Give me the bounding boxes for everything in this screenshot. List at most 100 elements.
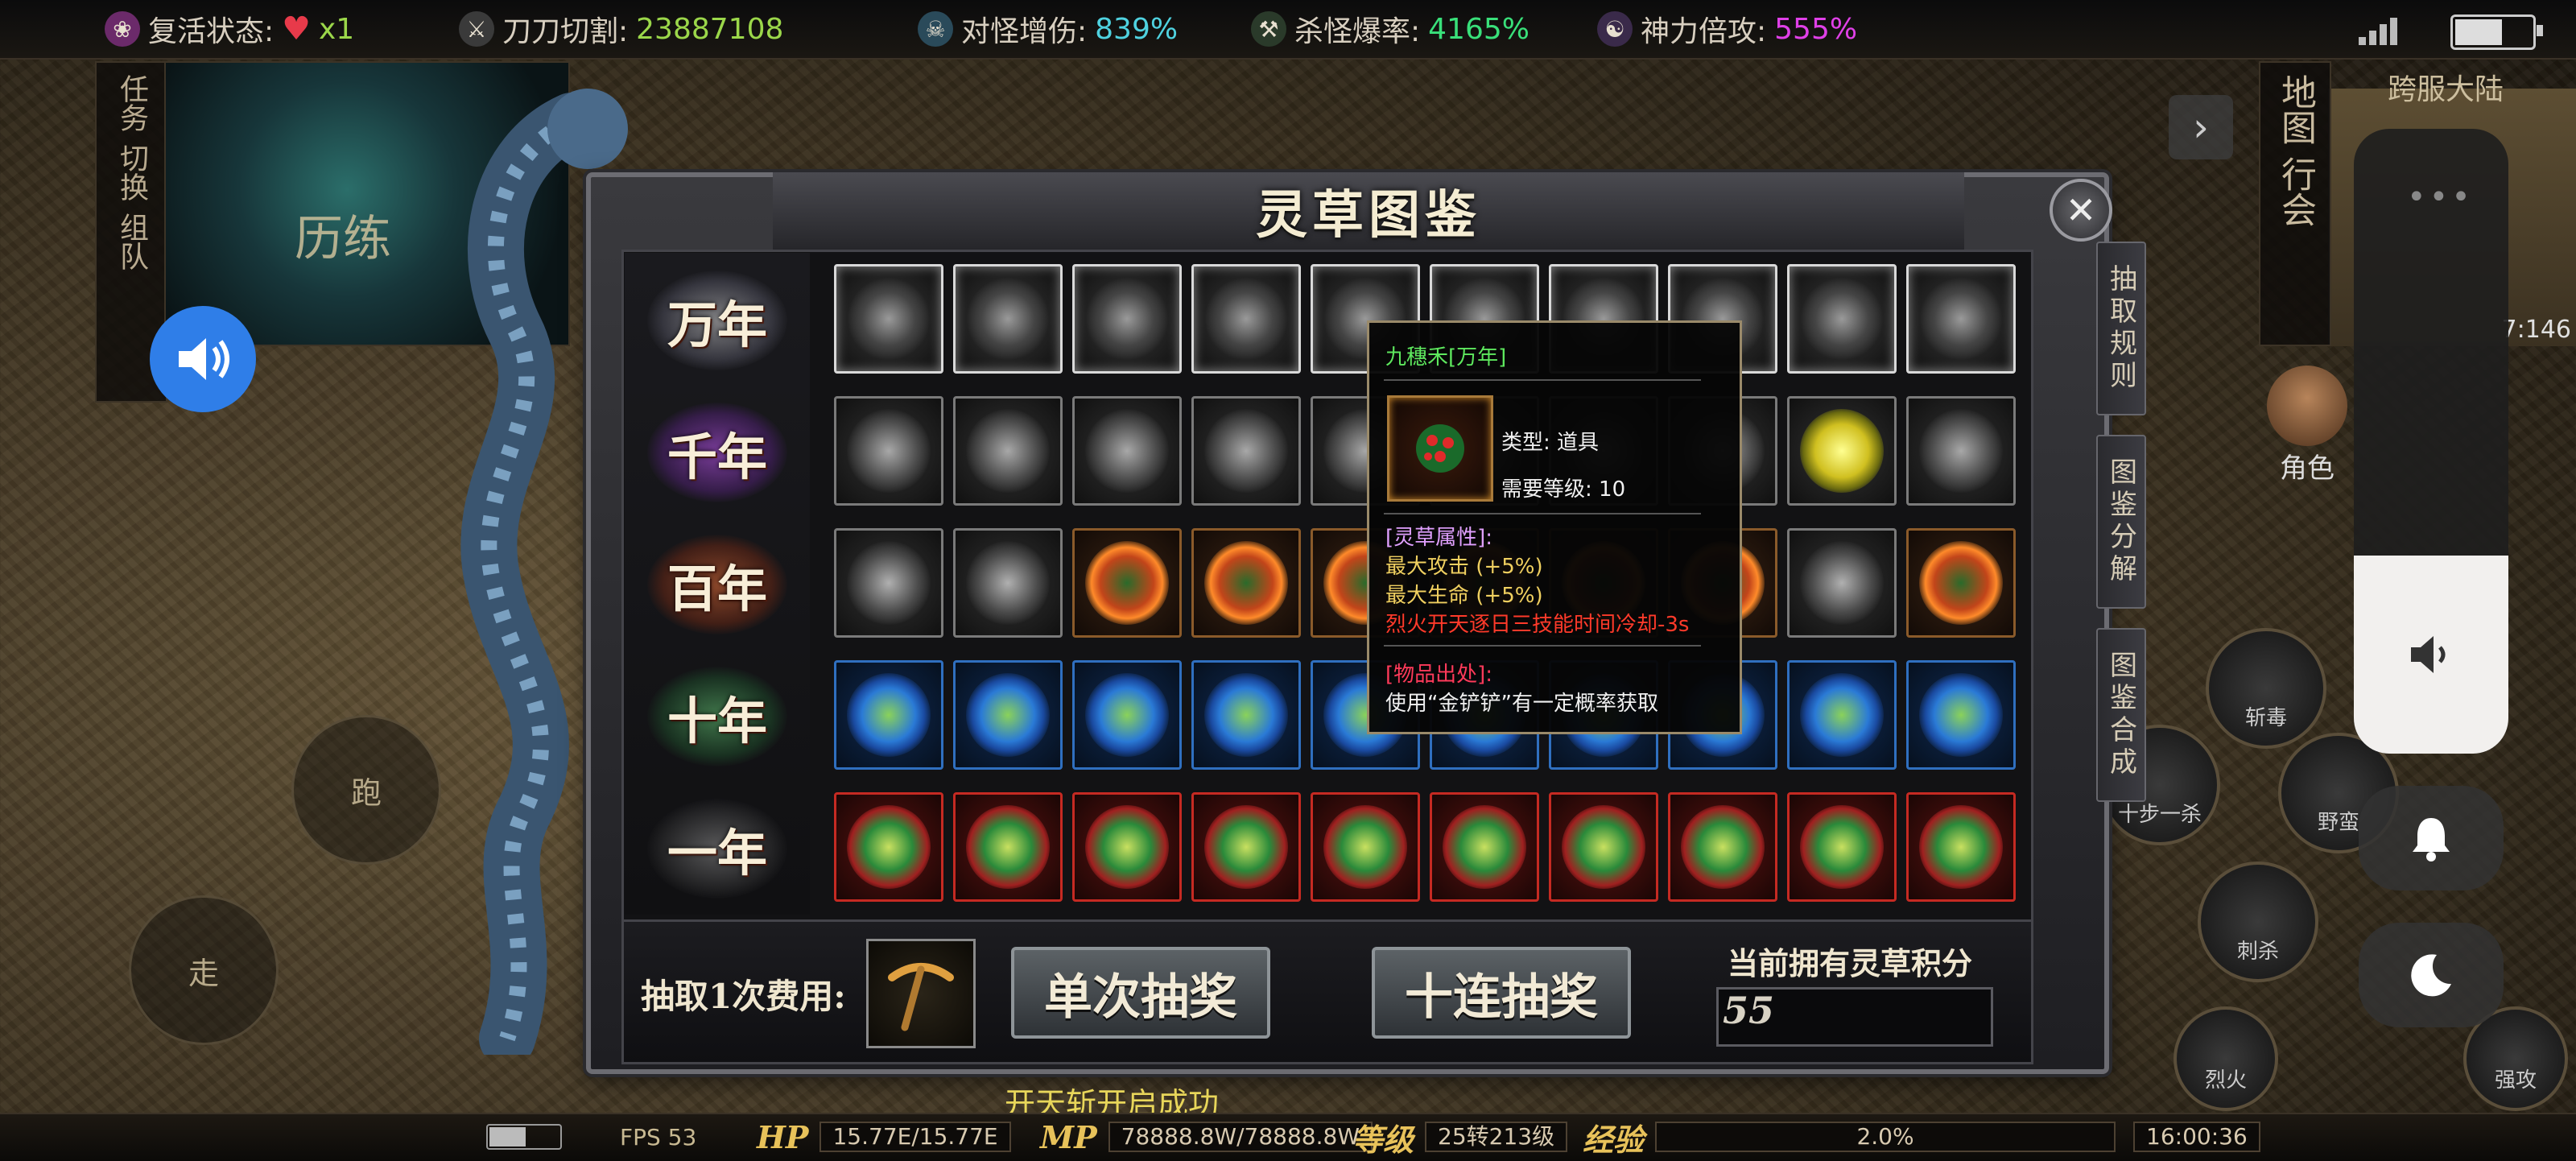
more-icon[interactable]: ••• xyxy=(2407,179,2474,216)
speaker-button[interactable] xyxy=(150,306,256,412)
tab-guild[interactable]: 行会 xyxy=(2269,156,2321,227)
tooltip-attr-life: 最大生命 (+5%) xyxy=(1385,584,1543,608)
herb-cell[interactable] xyxy=(1906,396,2016,506)
volume-icon xyxy=(2411,636,2446,673)
herb-cell[interactable] xyxy=(834,528,943,638)
ten-draw-button[interactable]: 十连抽奖 xyxy=(1372,947,1631,1039)
chevron-right-icon: › xyxy=(2193,104,2209,151)
herb-icon xyxy=(1800,409,1884,493)
tier-label: 百年 xyxy=(647,535,787,634)
herb-cell[interactable] xyxy=(1787,528,1897,638)
mp-value: 78888.8W/78888.8W xyxy=(1108,1122,1373,1152)
herb-cell[interactable] xyxy=(953,528,1063,638)
blade-icon: ⚒ xyxy=(1251,11,1286,47)
fps-display: FPS 53 xyxy=(620,1121,696,1153)
close-button[interactable]: ✕ xyxy=(2050,179,2112,242)
herb-icon xyxy=(966,673,1050,757)
herb-cell[interactable] xyxy=(953,264,1063,374)
item-tooltip: 九穗禾[万年] 类型: 道具 需要等级: 10 [灵草属性]: 最大攻击 (+5… xyxy=(1367,320,1742,734)
herb-icon xyxy=(1085,541,1169,625)
tooltip-attr-attack: 最大攻击 (+5%) xyxy=(1385,555,1543,579)
herb-cell[interactable] xyxy=(1072,528,1182,638)
sword-icon: ⚔ xyxy=(459,11,494,47)
herb-icon xyxy=(966,409,1050,493)
tab-draw-rules[interactable]: 抽取规则 xyxy=(2096,242,2146,415)
tab-catalog-decompose[interactable]: 图鉴分解 xyxy=(2096,435,2146,609)
drop-rate-value: 4165% xyxy=(1428,12,1530,46)
herb-cell[interactable] xyxy=(953,396,1063,506)
herb-cell[interactable] xyxy=(1549,792,1658,902)
tier-wannian: 万年 xyxy=(625,254,810,386)
server-name: 跨服大陆 xyxy=(2387,73,2504,106)
tab-map[interactable]: 地图 xyxy=(2269,74,2321,145)
herb-cell[interactable] xyxy=(1072,792,1182,902)
collapse-arrow-button[interactable]: › xyxy=(2169,95,2233,159)
herb-cell[interactable] xyxy=(1906,792,2016,902)
walk-button[interactable]: 走 xyxy=(129,895,279,1045)
character-button[interactable]: 角色 xyxy=(2259,366,2355,485)
mp-label: MP xyxy=(1040,1118,1097,1155)
herb-cell[interactable] xyxy=(834,264,943,374)
drop-rate-label: 杀怪爆率: xyxy=(1294,15,1421,48)
herb-cell[interactable] xyxy=(1072,396,1182,506)
herb-cell[interactable] xyxy=(1191,264,1301,374)
skill-liehuo[interactable]: 烈火 xyxy=(2174,1006,2278,1111)
monster-damage-value: 839% xyxy=(1095,12,1179,46)
herb-cell[interactable] xyxy=(1072,660,1182,770)
level-label: 等级 xyxy=(1352,1121,1414,1158)
tier-yinian: 一年 xyxy=(625,783,810,915)
herb-icon xyxy=(847,409,931,493)
herb-cell[interactable] xyxy=(834,396,943,506)
herb-cell[interactable] xyxy=(1906,528,2016,638)
herb-cell[interactable] xyxy=(1311,792,1420,902)
herb-icon xyxy=(1085,277,1169,361)
volume-slider[interactable] xyxy=(2354,556,2508,754)
moon-icon xyxy=(2411,954,2451,997)
herb-cell[interactable] xyxy=(1906,264,2016,374)
herb-cell[interactable] xyxy=(1191,396,1301,506)
herb-cell[interactable] xyxy=(1787,660,1897,770)
do-not-disturb-button[interactable] xyxy=(2359,923,2504,1027)
herb-cell[interactable] xyxy=(1191,792,1301,902)
cost-label: 抽取1次费用: xyxy=(641,977,846,1016)
herb-cell[interactable] xyxy=(834,792,943,902)
herb-cell[interactable] xyxy=(834,660,943,770)
slash-value: 23887108 xyxy=(636,12,784,46)
herb-cell[interactable] xyxy=(1668,792,1777,902)
single-draw-button[interactable]: 单次抽奖 xyxy=(1011,947,1270,1039)
tab-switch[interactable]: 切换 xyxy=(110,143,152,201)
herb-cell[interactable] xyxy=(1072,264,1182,374)
herb-cell[interactable] xyxy=(1787,792,1897,902)
skill-zhandu[interactable]: 斩毒 xyxy=(2206,628,2326,749)
right-tab-panel: 地图 行会 xyxy=(2259,61,2331,346)
ring-mode-button[interactable] xyxy=(2359,786,2504,890)
exp-value: 2.0% xyxy=(1655,1122,2116,1152)
herb-cell[interactable] xyxy=(1787,396,1897,506)
herb-icon xyxy=(1204,673,1288,757)
herb-cell[interactable] xyxy=(953,792,1063,902)
herb-cell[interactable] xyxy=(1906,660,2016,770)
tab-task[interactable]: 任务 xyxy=(110,74,152,132)
herb-cell[interactable] xyxy=(1191,660,1301,770)
herb-cell[interactable] xyxy=(953,660,1063,770)
tab-team[interactable]: 组队 xyxy=(110,213,152,271)
herb-cell[interactable] xyxy=(1191,528,1301,638)
herb-icon xyxy=(966,805,1050,889)
herb-cell[interactable] xyxy=(1430,792,1539,902)
herb-icon xyxy=(1681,805,1765,889)
herb-cell[interactable] xyxy=(1787,264,1897,374)
run-button[interactable]: 跑 xyxy=(291,715,441,865)
skill-cisha[interactable]: 刺杀 xyxy=(2198,861,2318,982)
cost-item-slot[interactable] xyxy=(866,939,976,1048)
herb-icon xyxy=(1204,805,1288,889)
tier-column: 万年 千年 百年 十年 一年 xyxy=(625,253,810,915)
portrait-title: 历练 xyxy=(295,211,391,267)
divine-value: 555% xyxy=(1774,12,1858,46)
herb-icon xyxy=(847,277,931,361)
herb-icon xyxy=(1204,409,1288,493)
tooltip-source: 使用“金铲铲”有一定概率获取 xyxy=(1385,692,1658,716)
herb-icon xyxy=(1204,277,1288,361)
bell-icon xyxy=(2413,818,2450,861)
tab-catalog-synthesize[interactable]: 图鉴合成 xyxy=(2096,628,2146,802)
monster-damage-label: 对怪增伤: xyxy=(961,15,1088,48)
